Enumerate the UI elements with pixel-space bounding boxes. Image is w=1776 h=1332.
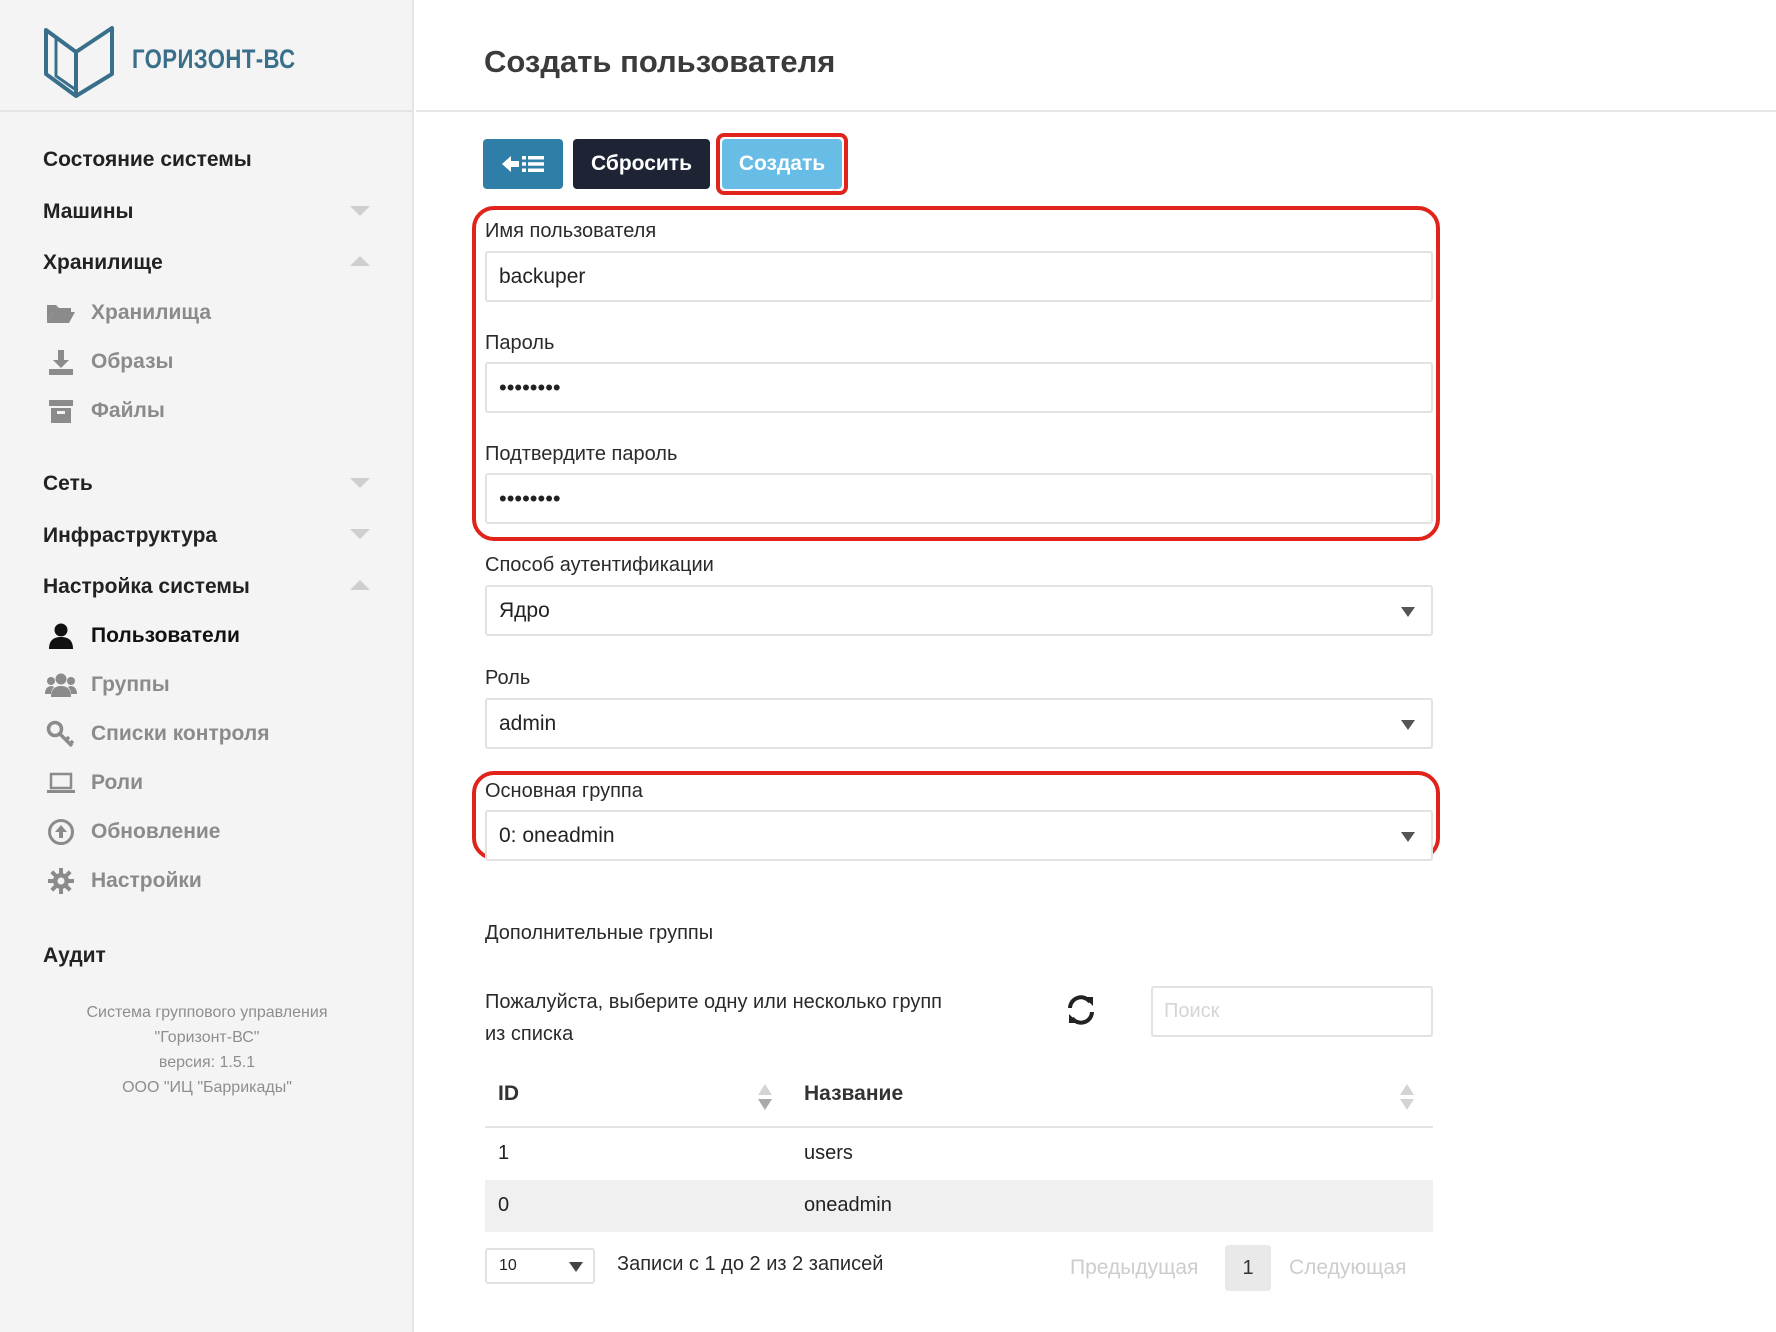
page-size-value: 10 — [499, 1257, 517, 1274]
chevron-up-icon[interactable] — [350, 580, 370, 590]
username-label: Имя пользователя — [485, 220, 657, 242]
highlight-create-button — [716, 133, 848, 195]
system-info: Система группового управления "Горизонт-… — [0, 1000, 414, 1100]
role-value: admin — [499, 711, 557, 735]
key-icon — [44, 719, 78, 749]
column-header-name[interactable]: Название — [804, 1082, 903, 1106]
search-input[interactable]: Поиск — [1151, 986, 1433, 1037]
sidebar-item-roles[interactable]: Роли — [44, 766, 143, 800]
logo[interactable]: ГОРИЗОНТ-ВС — [0, 0, 414, 112]
chevron-down-icon[interactable] — [350, 529, 370, 539]
sidebar-item-label: Обновление — [91, 820, 221, 843]
nav-system-settings[interactable]: Настройка системы — [43, 575, 250, 599]
group-id-cell: 0 — [498, 1194, 510, 1216]
role-select[interactable]: admin — [485, 698, 1433, 749]
primary-group-value: 0: oneadmin — [499, 823, 615, 847]
sidebar-item-images[interactable]: Образы — [44, 345, 173, 379]
nav-status[interactable]: Состояние системы — [43, 148, 252, 172]
reset-button[interactable]: Сбросить — [573, 139, 710, 189]
pagination-next[interactable]: Следующая — [1289, 1256, 1406, 1280]
nav-infrastructure[interactable]: Инфраструктура — [43, 524, 217, 548]
sidebar-item-files[interactable]: Файлы — [44, 394, 165, 428]
nav-storage[interactable]: Хранилище — [43, 251, 163, 275]
records-info: Записи с 1 до 2 из 2 записей — [617, 1253, 884, 1275]
auth-method-select[interactable]: Ядро — [485, 585, 1433, 636]
group-name-cell: users — [804, 1142, 853, 1164]
pagination-page[interactable]: 1 — [1225, 1245, 1271, 1291]
arrow-circle-up-icon — [44, 817, 78, 847]
sidebar-item-acl[interactable]: Списки контроля — [44, 717, 269, 751]
system-info-line: "Горизонт-ВС" — [154, 1029, 260, 1046]
table-row[interactable]: 1 users — [485, 1128, 1433, 1180]
logo-book-icon — [44, 26, 114, 98]
sidebar-item-update[interactable]: Обновление — [44, 815, 220, 849]
chevron-up-icon[interactable] — [350, 256, 370, 266]
folder-open-icon — [44, 298, 78, 328]
refresh-icon[interactable] — [1066, 993, 1096, 1027]
chevron-down-icon[interactable] — [350, 206, 370, 216]
sidebar-item-settings[interactable]: Настройки — [44, 864, 202, 898]
user-icon — [44, 621, 78, 651]
sidebar-item-groups[interactable]: Группы — [44, 668, 170, 702]
sidebar-item-label: Файлы — [91, 399, 165, 422]
primary-group-select[interactable]: 0: oneadmin — [485, 810, 1433, 861]
sidebar-item-label: Роли — [91, 771, 144, 794]
brand-name: ГОРИЗОНТ-ВС — [132, 44, 296, 74]
caret-down-icon — [1401, 832, 1415, 842]
confirm-password-input[interactable]: •••••••• — [485, 473, 1433, 524]
system-info-line: Система группового управления — [86, 1004, 328, 1021]
back-to-list-button[interactable] — [483, 139, 563, 189]
sidebar-item-label: Списки контроля — [91, 722, 270, 745]
sidebar-item-label: Группы — [91, 673, 170, 696]
role-label: Роль — [485, 667, 531, 689]
page-size-select[interactable]: 10 — [485, 1248, 595, 1284]
auth-method-label: Способ аутентификации — [485, 554, 714, 576]
download-icon — [44, 347, 78, 377]
sidebar: ГОРИЗОНТ-ВС Состояние системы Машины Хра… — [0, 0, 414, 1332]
laptop-icon — [44, 768, 78, 798]
group-name-cell: oneadmin — [804, 1194, 892, 1216]
sort-icon[interactable] — [1400, 1084, 1414, 1112]
additional-groups-title: Дополнительные группы — [485, 922, 714, 944]
sidebar-item-label: Хранилища — [91, 301, 212, 324]
sidebar-item-datastores[interactable]: Хранилища — [44, 296, 211, 330]
column-header-id[interactable]: ID — [498, 1082, 519, 1106]
primary-group-label: Основная группа — [485, 780, 643, 802]
table-row[interactable]: 0 oneadmin — [485, 1180, 1433, 1232]
caret-down-icon — [569, 1262, 583, 1272]
users-icon — [44, 670, 78, 700]
nav-audit[interactable]: Аудит — [43, 944, 106, 968]
auth-method-value: Ядро — [499, 598, 550, 622]
version-info: версия: 1.5.1 — [158, 1054, 256, 1071]
groups-hint: Пожалуйста, выберите одну или несколько … — [485, 991, 943, 1045]
caret-down-icon — [1401, 607, 1415, 617]
password-input[interactable]: •••••••• — [485, 362, 1433, 413]
chevron-down-icon[interactable] — [350, 478, 370, 488]
page-title: Создать пользователя — [484, 44, 836, 79]
gear-icon — [44, 866, 78, 896]
company-info: ООО "ИЦ "Баррикады" — [122, 1079, 292, 1096]
caret-down-icon — [1401, 720, 1415, 730]
nav-machines[interactable]: Машины — [43, 200, 133, 224]
sidebar-item-label: Пользователи — [91, 624, 240, 647]
confirm-password-label: Подтвердите пароль — [485, 443, 678, 465]
pagination-previous[interactable]: Предыдущая — [1070, 1256, 1198, 1280]
group-id-cell: 1 — [498, 1142, 510, 1164]
arrow-left-list-icon — [502, 156, 544, 172]
password-label: Пароль — [485, 332, 555, 354]
sidebar-item-label: Образы — [91, 350, 174, 373]
sidebar-item-label: Настройки — [91, 869, 202, 892]
nav-network[interactable]: Сеть — [43, 472, 93, 496]
archive-icon — [44, 396, 78, 426]
sort-icon[interactable] — [758, 1084, 772, 1112]
username-input[interactable]: backuper — [485, 251, 1433, 302]
sidebar-item-users[interactable]: Пользователи — [44, 619, 240, 653]
